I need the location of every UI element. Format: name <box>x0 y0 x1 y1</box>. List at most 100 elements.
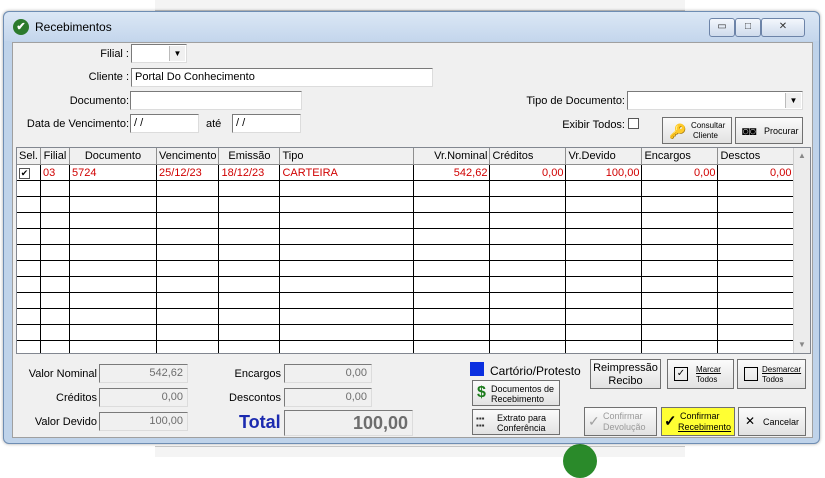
cell-vr-devido[interactable]: 100,00 <box>565 164 643 181</box>
chevron-down-icon[interactable]: ▼ <box>169 46 185 61</box>
filial-label: Filial : <box>100 48 129 60</box>
close-icon: ✕ <box>745 414 756 428</box>
empty-box-icon <box>744 367 758 381</box>
cell-documento[interactable]: 5724 <box>69 164 157 181</box>
valor-devido-label: Valor Devido <box>34 416 97 428</box>
maximize-button[interactable]: □ <box>735 18 761 37</box>
documentos-line1: Documentos de <box>491 384 555 394</box>
col-header-vr-nominal[interactable]: Vr.Nominal <box>413 148 491 165</box>
list-icon: ▪▪▪ ▪▪▪ <box>476 414 485 430</box>
close-button[interactable]: ✕ <box>761 18 805 37</box>
marcar-line2: Todos <box>696 375 718 384</box>
table-row[interactable] <box>17 212 795 229</box>
tipo-documento-label: Tipo de Documento: <box>526 95 625 107</box>
table-row[interactable] <box>17 276 795 293</box>
marcar-line1: Marcar <box>696 365 721 374</box>
recebimentos-window: ✔ Recebimentos ▭ □ ✕ Filial : ▼ Cliente … <box>3 11 820 444</box>
cell-encargos[interactable]: 0,00 <box>641 164 719 181</box>
vencimento-to-field[interactable]: / / <box>232 114 301 133</box>
desmarcar-line2: Todos <box>762 375 784 384</box>
confirmar-recebimento-line1: Confirmar <box>680 411 720 421</box>
col-header-vr-devido[interactable]: Vr.Devido <box>565 148 643 165</box>
col-header-documento[interactable]: Documento <box>69 148 157 165</box>
confirmar-recebimento-button[interactable]: ✓ Confirmar Recebimento <box>661 407 735 436</box>
col-header-encargos[interactable]: Encargos <box>641 148 719 165</box>
table-row[interactable] <box>17 260 795 277</box>
documento-field[interactable] <box>130 91 302 110</box>
valor-devido-field: 100,00 <box>99 412 188 431</box>
chevron-down-icon[interactable]: ▼ <box>785 93 801 108</box>
filial-select[interactable]: ▼ <box>131 44 187 63</box>
marcar-todos-button[interactable]: ✓ Marcar Todos <box>667 359 734 389</box>
encargos-label: Encargos <box>234 368 281 380</box>
consultar-line2: Cliente <box>693 131 718 140</box>
table-row[interactable] <box>17 244 795 261</box>
confirmar-devolucao-button[interactable]: ✓ Confirmar Devolução <box>584 407 657 436</box>
table-row[interactable] <box>17 196 795 213</box>
key-icon: 🔑 <box>669 123 687 139</box>
check-icon: ✔ <box>20 167 29 178</box>
procurar-button[interactable]: ◙◙ Procurar <box>735 117 803 144</box>
extrato-conferencia-button[interactable]: ▪▪▪ ▪▪▪ Extrato para Conferência <box>472 409 560 435</box>
encargos-field: 0,00 <box>284 364 372 383</box>
exibir-todos-checkbox[interactable] <box>628 118 639 129</box>
documentos-line2: Recebimento <box>491 394 545 404</box>
table-row[interactable]: ✔ 03 5724 25/12/23 18/12/23 CARTEIRA 542… <box>17 164 795 181</box>
cartorio-color-swatch <box>470 362 484 376</box>
table-row[interactable] <box>17 180 795 197</box>
extrato-line1: Extrato para <box>497 413 547 423</box>
vencimento-from-field[interactable]: / / <box>130 114 199 133</box>
minimize-button[interactable]: ▭ <box>709 18 735 37</box>
creditos-label: Créditos <box>56 392 97 404</box>
consultar-cliente-button[interactable]: 🔑 Consultar Cliente <box>662 117 732 144</box>
scroll-up-icon[interactable]: ▲ <box>794 148 810 164</box>
procurar-label: Procurar <box>764 126 799 136</box>
row-select-checkbox[interactable]: ✔ <box>19 167 30 179</box>
cell-vr-nominal[interactable]: 542,62 <box>413 164 491 181</box>
valor-nominal-field: 542,62 <box>99 364 188 383</box>
cell-creditos[interactable]: 0,00 <box>489 164 567 181</box>
recebimentos-grid[interactable]: Sel. Filial Documento Vencimento Emissão… <box>16 147 811 354</box>
scroll-down-icon[interactable]: ▼ <box>794 337 810 353</box>
cartorio-label: Cartório/Protesto <box>490 364 581 378</box>
table-row[interactable] <box>17 292 795 309</box>
creditos-field: 0,00 <box>99 388 188 407</box>
reimpressao-recibo-button[interactable]: Reimpressão Recibo <box>590 359 661 389</box>
cell-sel[interactable]: ✔ <box>17 164 41 181</box>
extrato-line2: Conferência <box>497 423 546 433</box>
cancelar-button[interactable]: ✕ Cancelar <box>738 407 806 436</box>
descontos-label: Descontos <box>229 392 281 404</box>
cell-desctos[interactable]: 0,00 <box>717 164 795 181</box>
grid-header-row: Sel. Filial Documento Vencimento Emissão… <box>17 148 795 165</box>
title-bar[interactable]: ✔ Recebimentos ▭ □ ✕ <box>4 12 819 41</box>
col-header-creditos[interactable]: Créditos <box>489 148 567 165</box>
col-header-vencimento[interactable]: Vencimento <box>156 148 220 165</box>
table-row[interactable] <box>17 308 795 325</box>
desmarcar-todos-button[interactable]: Desmarcar Todos <box>737 359 806 389</box>
col-header-desctos[interactable]: Desctos <box>717 148 795 165</box>
dollar-icon: $ <box>477 384 486 401</box>
table-row[interactable] <box>17 228 795 245</box>
col-header-tipo[interactable]: Tipo <box>279 148 415 165</box>
valor-nominal-label: Valor Nominal <box>28 368 97 380</box>
col-header-filial[interactable]: Filial <box>40 148 70 165</box>
tipo-documento-select[interactable]: ▼ <box>627 91 803 110</box>
table-row[interactable] <box>17 324 795 341</box>
app-check-icon: ✔ <box>13 19 29 35</box>
cell-filial[interactable]: 03 <box>40 164 70 181</box>
cliente-field[interactable]: Portal Do Conhecimento <box>131 68 433 87</box>
cell-tipo[interactable]: CARTEIRA <box>279 164 415 181</box>
vencimento-label: Data de Vencimento: <box>26 118 129 130</box>
col-header-sel[interactable]: Sel. <box>17 148 41 165</box>
total-field: 100,00 <box>284 410 413 436</box>
cancelar-label: Cancelar <box>763 417 800 427</box>
total-label: Total <box>239 412 281 432</box>
col-header-emissao[interactable]: Emissão <box>218 148 281 165</box>
cell-emissao[interactable]: 18/12/23 <box>218 164 281 181</box>
documentos-recebimento-button[interactable]: $ Documentos de Recebimento <box>472 380 560 406</box>
grid-scrollbar[interactable]: ▲ ▼ <box>793 148 810 353</box>
exibir-todos-label: Exibir Todos: <box>562 119 625 131</box>
cell-vencimento[interactable]: 25/12/23 <box>156 164 220 181</box>
confirmar-devolucao-line1: Confirmar <box>603 411 643 421</box>
table-row[interactable] <box>17 340 795 353</box>
